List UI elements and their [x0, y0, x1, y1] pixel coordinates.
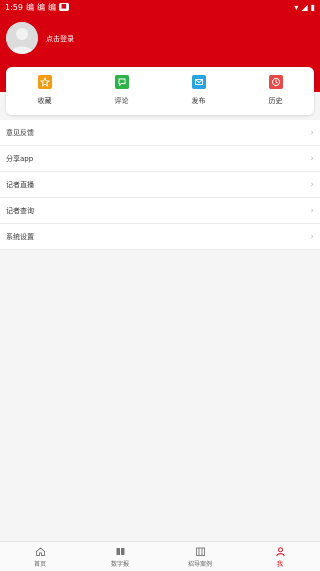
chevron-right-icon: ›: [310, 127, 314, 138]
menu-item-feedback[interactable]: 意见反馈 ›: [0, 120, 320, 146]
settings-menu: 意见反馈 › 分享app › 记者直播 › 记者查询 › 系统设置 ›: [0, 120, 320, 250]
shortcut-label: 收藏: [37, 97, 52, 105]
signal-icon: ◢: [301, 2, 308, 12]
profile-icon: [275, 546, 285, 556]
battery-icon: ▮: [310, 2, 315, 12]
status-time: 1:59: [5, 2, 23, 12]
tab-label: 首页: [33, 560, 46, 568]
login-link[interactable]: 点击登录: [46, 34, 74, 44]
notification-text: 编: [25, 2, 34, 12]
wifi-icon: ▾: [294, 2, 299, 12]
avatar[interactable]: [6, 22, 38, 54]
menu-item-label: 记者查询: [6, 206, 34, 215]
notification-text: 编: [47, 2, 56, 12]
chevron-right-icon: ›: [310, 205, 314, 216]
chevron-right-icon: ›: [310, 153, 314, 164]
app-notification-icon: ■: [58, 3, 69, 11]
menu-item-label: 意见反馈: [6, 128, 34, 137]
shortcut-card: 收藏 评论 发布 历史: [6, 67, 314, 115]
chevron-right-icon: ›: [310, 179, 314, 190]
shortcut-history[interactable]: 历史: [237, 67, 314, 115]
shortcut-comments[interactable]: 评论: [83, 67, 160, 115]
menu-item-reporter-live[interactable]: 记者直播 ›: [0, 172, 320, 198]
status-bar: 1:59 编 编 编 ■ ▾ ◢ ▮: [0, 0, 320, 14]
menu-item-label: 系统设置: [6, 232, 34, 241]
notification-text: 编: [36, 2, 45, 12]
tab-home[interactable]: 首页: [0, 542, 80, 571]
tab-label: 数字报: [110, 560, 129, 568]
newspaper-icon: [116, 547, 124, 555]
bottom-tab-bar: 首页 数字报 招导案例 我: [0, 541, 320, 571]
clock-icon: [268, 75, 283, 89]
home-icon: [35, 546, 45, 556]
shortcut-favorites[interactable]: 收藏: [6, 67, 83, 115]
shortcut-label: 发布: [191, 97, 206, 105]
tab-label: 招导案例: [187, 560, 212, 568]
menu-item-label: 记者直播: [6, 180, 34, 189]
star-icon: [37, 75, 52, 89]
shortcut-publish[interactable]: 发布: [160, 67, 237, 115]
building-icon: [195, 547, 205, 556]
tab-digital-paper[interactable]: 数字报: [80, 542, 160, 571]
chevron-right-icon: ›: [310, 231, 314, 242]
menu-item-share-app[interactable]: 分享app ›: [0, 146, 320, 172]
menu-item-reporter-search[interactable]: 记者查询 ›: [0, 198, 320, 224]
tab-cases[interactable]: 招导案例: [160, 542, 240, 571]
comment-icon: [114, 75, 129, 89]
shortcut-label: 评论: [114, 97, 129, 105]
menu-item-settings[interactable]: 系统设置 ›: [0, 224, 320, 250]
menu-item-label: 分享app: [6, 154, 34, 163]
tab-label: 我: [276, 560, 283, 568]
mail-icon: [191, 75, 206, 89]
tab-me[interactable]: 我: [240, 542, 320, 571]
shortcut-label: 历史: [268, 97, 283, 105]
